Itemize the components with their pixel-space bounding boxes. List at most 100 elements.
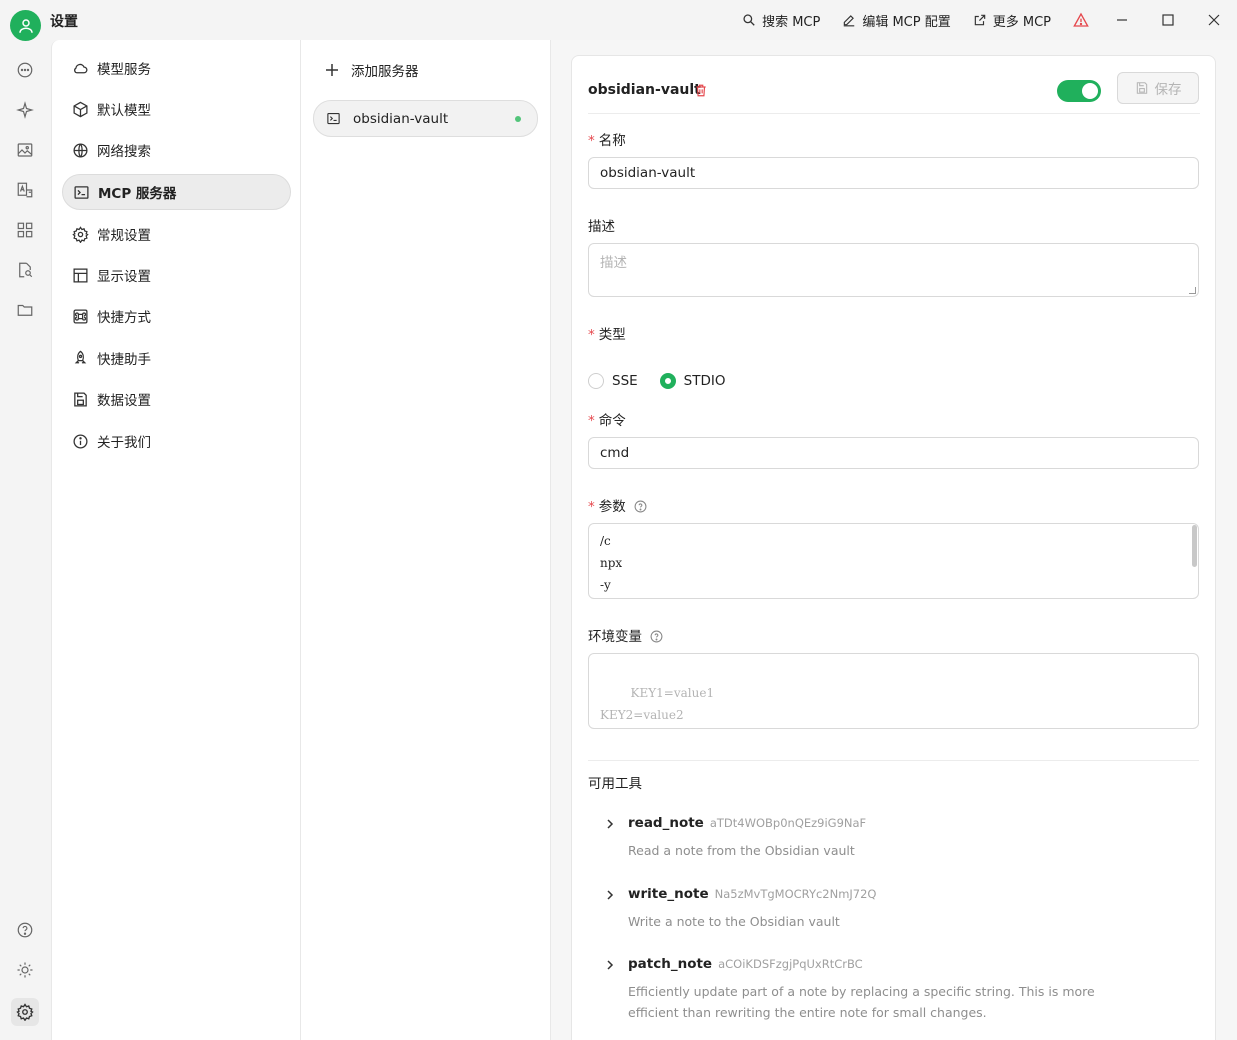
terminal-icon <box>327 112 340 125</box>
edit-mcp-config-button[interactable]: 编辑 MCP 配置 <box>842 11 951 30</box>
settings-rail-button[interactable] <box>11 998 39 1026</box>
tool-name[interactable]: patch_note <box>628 956 712 972</box>
nav-item-label: 网络搜索 <box>97 144 151 160</box>
theme-rail-button[interactable] <box>15 960 35 980</box>
server-enabled-toggle[interactable] <box>1057 80 1101 102</box>
chat-rail-button[interactable] <box>15 60 35 80</box>
env-label-text: 环境变量 <box>588 629 642 645</box>
agents-rail-button[interactable] <box>15 100 35 120</box>
server-item-obsidian-vault[interactable]: obsidian-vault <box>313 100 538 137</box>
cube-icon <box>73 101 88 117</box>
maximize-button[interactable] <box>1145 0 1191 40</box>
minimize-icon <box>1117 19 1127 21</box>
nav-item-shortcuts[interactable]: 快捷方式 <box>62 298 291 334</box>
nav-item-label: 数据设置 <box>97 393 151 409</box>
search-mcp-label: 搜索 MCP <box>762 14 821 30</box>
more-mcp-button[interactable]: 更多 MCP <box>973 11 1051 30</box>
help-icon <box>17 922 33 938</box>
nav-item-label: 显示设置 <box>97 269 151 285</box>
command-label: * 命令 <box>588 409 626 429</box>
toolbar-actions: 搜索 MCP 编辑 MCP 配置 更多 MCP <box>742 0 1237 40</box>
user-icon <box>18 18 33 33</box>
command-input[interactable]: cmd <box>588 437 1199 469</box>
search-mcp-button[interactable]: 搜索 MCP <box>742 11 820 30</box>
translate-rail-button[interactable] <box>15 180 35 200</box>
env-textarea[interactable]: KEY1=value1 KEY2=value2 <box>588 653 1199 729</box>
chat-icon <box>17 62 33 78</box>
required-mark: * <box>588 413 595 429</box>
nav-item-general-settings[interactable]: 常规设置 <box>62 216 291 252</box>
plus-icon <box>326 64 338 76</box>
title-bar: 设置 搜索 MCP 编辑 MCP 配置 更多 MCP <box>0 0 1237 41</box>
help-icon[interactable] <box>634 500 647 513</box>
tool-name[interactable]: write_note <box>628 886 709 902</box>
images-rail-button[interactable] <box>15 140 35 160</box>
more-mcp-label: 更多 MCP <box>992 14 1051 30</box>
chevron-right-icon[interactable] <box>604 818 616 830</box>
tool-item-patch-note: patch_note aCOiKDSFzgjPqUxRtCrBC Efficie… <box>604 956 1184 1023</box>
nav-item-default-model[interactable]: 默认模型 <box>62 91 291 127</box>
terminal-icon <box>74 185 89 199</box>
user-avatar[interactable] <box>10 10 41 41</box>
tool-description: Read a note from the Obsidian vault <box>628 843 855 858</box>
rocket-icon <box>74 350 87 363</box>
nav-item-label: 快捷助手 <box>97 352 151 368</box>
divider <box>588 760 1199 761</box>
knowledge-rail-button[interactable] <box>15 260 35 280</box>
search-icon <box>743 14 755 26</box>
tools-label: 可用工具 <box>588 776 642 792</box>
radio-stdio-label[interactable]: STDIO <box>684 373 726 389</box>
name-input[interactable]: obsidian-vault <box>588 157 1199 189</box>
nav-item-data-settings[interactable]: 数据设置 <box>62 381 291 417</box>
help-rail-button[interactable] <box>15 920 35 940</box>
help-icon[interactable] <box>650 630 663 643</box>
radio-sse-label[interactable]: SSE <box>612 373 638 389</box>
delete-server-button[interactable] <box>694 83 708 102</box>
description-input[interactable]: 描述 <box>588 243 1199 297</box>
nav-item-quick-assistant[interactable]: 快捷助手 <box>62 340 291 376</box>
nav-item-label: 常规设置 <box>97 228 151 244</box>
env-label: 环境变量 <box>588 625 663 645</box>
nav-item-mcp-servers[interactable]: MCP 服务器 <box>62 174 291 210</box>
nav-item-about[interactable]: 关于我们 <box>62 423 291 459</box>
maximize-icon <box>1162 14 1174 26</box>
window-title: 设置 <box>50 14 78 30</box>
env-placeholder: KEY1=value1 KEY2=value2 <box>600 686 715 722</box>
nav-item-display-settings[interactable]: 显示设置 <box>62 257 291 293</box>
chevron-right-icon[interactable] <box>604 889 616 901</box>
icon-rail <box>0 40 51 1040</box>
save-icon <box>74 391 87 407</box>
save-button[interactable]: 保存 <box>1117 72 1199 104</box>
warning-button[interactable] <box>1073 12 1089 28</box>
radio-stdio[interactable] <box>659 373 676 389</box>
nav-item-label: MCP 服务器 <box>98 186 177 202</box>
server-name-title: obsidian-vault <box>588 82 701 98</box>
tool-description: Write a note to the Obsidian vault <box>628 914 840 929</box>
app-window: 设置 搜索 MCP 编辑 MCP 配置 更多 MCP 模型服务 默认模型 网络搜… <box>0 0 1237 1040</box>
args-textarea[interactable]: /c npx -y <box>588 523 1199 599</box>
description-label: 描述 <box>588 219 615 235</box>
args-scrollbar[interactable] <box>1192 525 1197 567</box>
file-search-icon <box>19 262 33 278</box>
tool-name[interactable]: read_note <box>628 815 704 831</box>
nav-item-label: 快捷方式 <box>97 310 151 326</box>
server-item-label: obsidian-vault <box>353 110 449 127</box>
add-server-button[interactable]: 添加服务器 <box>325 60 419 80</box>
resize-handle[interactable] <box>1189 287 1196 294</box>
description-placeholder: 描述 <box>600 255 627 271</box>
radio-sse[interactable] <box>588 373 604 389</box>
apps-rail-button[interactable] <box>15 220 35 240</box>
chevron-right-icon[interactable] <box>604 959 616 971</box>
nav-item-web-search[interactable]: 网络搜索 <box>62 132 291 168</box>
minimize-button[interactable] <box>1099 0 1145 40</box>
server-detail-card: obsidian-vault 保存 * 名称 obsidian-vault 描述 … <box>571 55 1216 1040</box>
nav-item-label: 关于我们 <box>97 435 151 451</box>
globe-icon <box>73 142 88 158</box>
trash-icon <box>696 84 706 97</box>
files-rail-button[interactable] <box>15 300 35 320</box>
nav-item-model-service[interactable]: 模型服务 <box>62 50 291 86</box>
cloud-icon <box>74 63 88 73</box>
server-detail-panel: obsidian-vault 保存 * 名称 obsidian-vault 描述 … <box>551 40 1237 1040</box>
tool-item-write-note: write_note Na5zMvTgMOCRYc2NmJ72Q Write a… <box>604 886 1184 932</box>
close-window-button[interactable] <box>1191 0 1237 40</box>
